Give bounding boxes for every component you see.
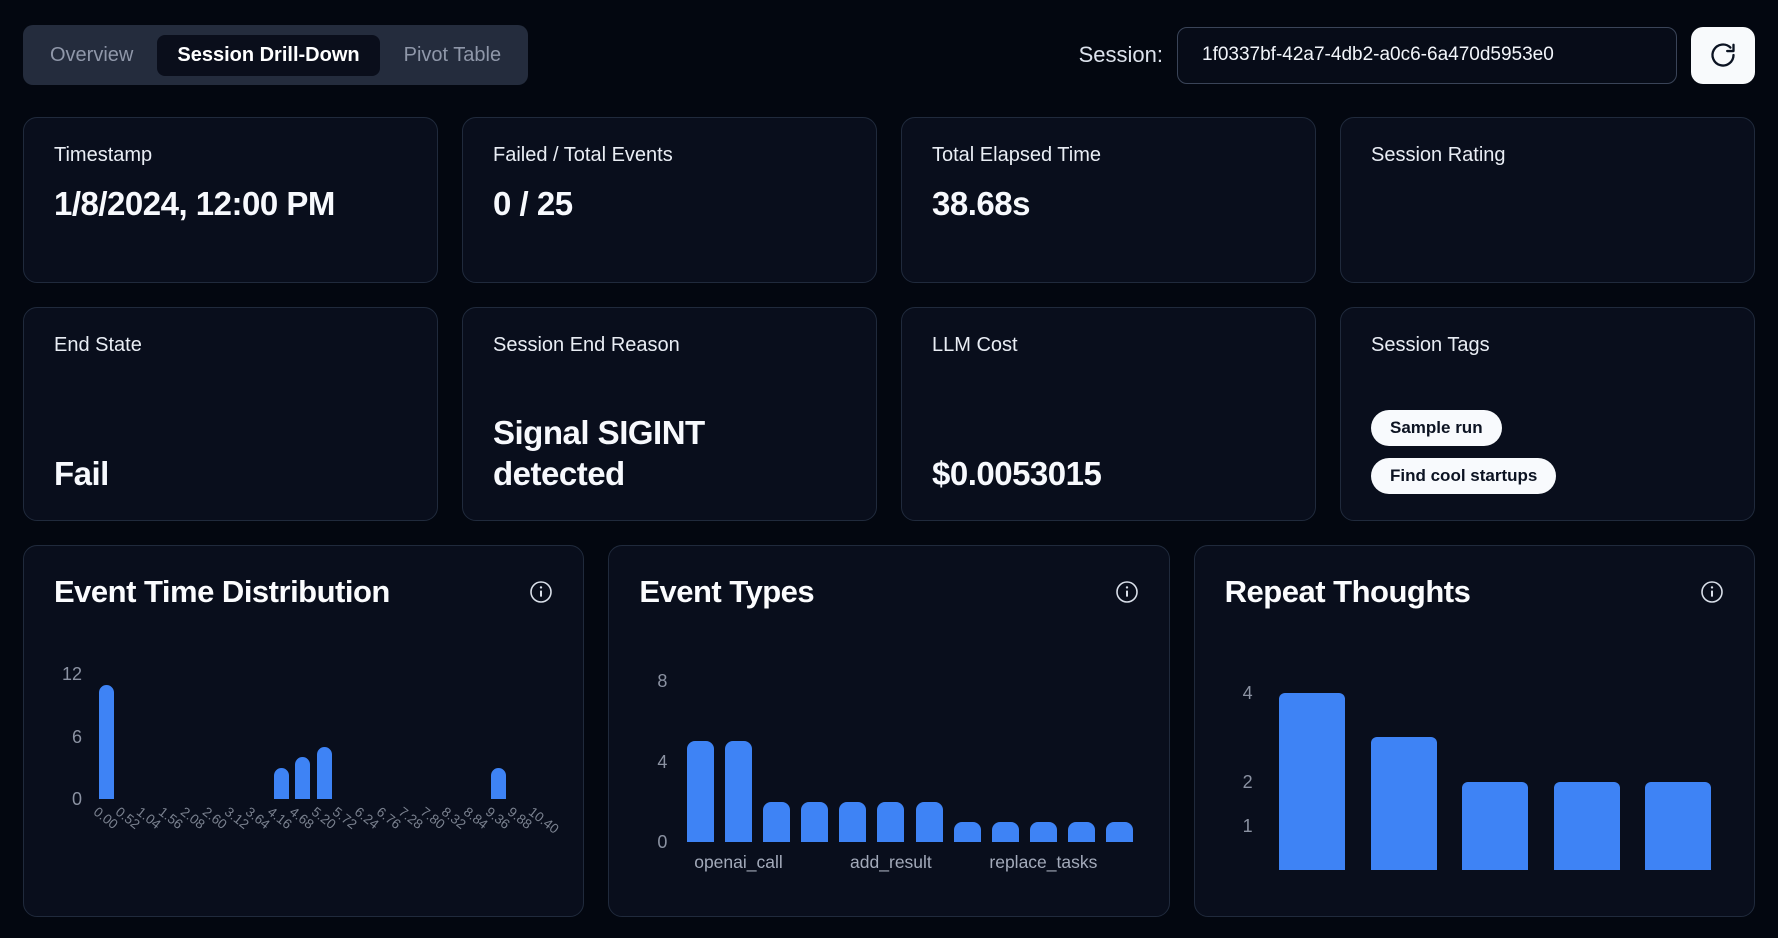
info-icon[interactable] (1700, 580, 1724, 604)
x-tick-label: 10.40 (526, 804, 562, 837)
tab-session-drill-down[interactable]: Session Drill-Down (157, 35, 379, 76)
y-tick-label: 2 (1243, 771, 1253, 793)
chart-title: Event Types (639, 574, 814, 610)
stat-label: Failed / Total Events (493, 144, 846, 167)
chart-title: Event Time Distribution (54, 574, 390, 610)
info-icon[interactable] (529, 580, 553, 604)
bar (491, 768, 506, 799)
stat-label: Session Tags (1371, 334, 1724, 357)
stat-label: LLM Cost (932, 334, 1285, 357)
repeat-thoughts-chart: 4 2 1 (1225, 610, 1724, 870)
stat-value: Fail (54, 453, 407, 494)
bar (839, 802, 866, 842)
chart-header: Repeat Thoughts (1225, 574, 1724, 610)
bar (1554, 782, 1620, 870)
chart-card-event-time-distribution: Event Time Distribution 12 6 0 0.000.521.04… (23, 545, 584, 917)
bar (1371, 737, 1437, 870)
bar (916, 802, 943, 842)
stat-card-session-end-reason: Session End Reason Signal SIGINT detecte… (462, 307, 877, 521)
y-axis: 840 (639, 676, 681, 842)
bar (725, 741, 752, 842)
info-icon[interactable] (1115, 580, 1139, 604)
bar (317, 747, 332, 799)
chart-title: Repeat Thoughts (1225, 574, 1471, 610)
stat-label: End State (54, 334, 407, 357)
stats-grid: Timestamp 1/8/2024, 12:00 PM Failed / To… (23, 117, 1755, 521)
y-axis: 1260 (54, 664, 96, 799)
chart-card-event-types: Event Types 840openai_calladd_resultrepl… (608, 545, 1169, 917)
x-tick-label: openai_call (694, 852, 783, 873)
stat-value: 38.68s (932, 183, 1285, 224)
bar (99, 685, 114, 799)
refresh-button[interactable] (1691, 27, 1755, 84)
bar (274, 768, 289, 799)
session-tag: Sample run (1371, 410, 1502, 446)
bar (1068, 822, 1095, 842)
bar (1106, 822, 1133, 842)
plot-area (1267, 680, 1724, 870)
y-axis: 4 2 1 (1225, 680, 1267, 870)
stat-value: $0.0053015 (932, 453, 1285, 494)
session-label: Session: (1079, 42, 1163, 68)
stat-value: 0 / 25 (493, 183, 846, 224)
stat-card-session-tags: Session Tags Sample run Find cool startu… (1340, 307, 1755, 521)
bar (687, 741, 714, 842)
top-bar: Overview Session Drill-Down Pivot Table … (23, 25, 1755, 85)
bar (1279, 693, 1345, 870)
bar (954, 822, 981, 842)
bar (1645, 782, 1711, 870)
dashboard-page: Overview Session Drill-Down Pivot Table … (0, 0, 1778, 917)
y-tick-label: 0 (657, 831, 667, 853)
x-tick-label: replace_tasks (989, 852, 1097, 873)
bar (1462, 782, 1528, 870)
stat-label: Session End Reason (493, 334, 846, 357)
y-tick-label: 8 (657, 670, 667, 692)
y-tick-label: 1 (1243, 815, 1253, 837)
tab-overview[interactable]: Overview (30, 35, 153, 76)
session-id-input[interactable] (1177, 27, 1677, 84)
session-tags-list: Sample run Find cool startups (1371, 410, 1724, 494)
stat-card-failed-total-events: Failed / Total Events 0 / 25 (462, 117, 877, 283)
bar (1030, 822, 1057, 842)
x-axis: openai_call add_result replace_tasks (681, 842, 1138, 882)
plot-area (96, 664, 553, 799)
y-tick-label: 0 (72, 788, 82, 810)
view-tabs: Overview Session Drill-Down Pivot Table (23, 25, 528, 85)
stat-label: Timestamp (54, 144, 407, 167)
x-tick-label: add_result (850, 852, 932, 873)
stat-card-llm-cost: LLM Cost $0.0053015 (901, 307, 1316, 521)
chart-header: Event Time Distribution (54, 574, 553, 610)
y-tick-label: 4 (1243, 682, 1253, 704)
chart-card-repeat-thoughts: Repeat Thoughts 4 2 1 (1194, 545, 1755, 917)
plot-area (681, 676, 1138, 842)
charts-grid: Event Time Distribution 12600.000.521.04… (23, 545, 1755, 917)
bar (763, 802, 790, 842)
chart-header: Event Types (639, 574, 1138, 610)
stat-card-end-state: End State Fail (23, 307, 438, 521)
stat-label: Session Rating (1371, 144, 1724, 167)
stat-value: 1/8/2024, 12:00 PM (54, 183, 407, 224)
bar (801, 802, 828, 842)
session-tag: Find cool startups (1371, 458, 1556, 494)
stat-card-total-elapsed-time: Total Elapsed Time 38.68s (901, 117, 1316, 283)
event-types-chart: 840openai_calladd_resultreplace_tasks (639, 610, 1138, 882)
stat-card-session-rating: Session Rating (1340, 117, 1755, 283)
event-time-distribution-chart: 12 6 0 0.000.521.041.562.082.603.123.644.16… (54, 610, 553, 863)
session-selector: Session: (1079, 27, 1755, 84)
y-tick-label: 6 (72, 726, 82, 748)
y-tick-label: 12 (62, 663, 82, 685)
stat-label: Total Elapsed Time (932, 144, 1285, 167)
x-axis: 0.000.521.041.562.082.603.123.644.164.68… (96, 799, 553, 863)
stat-value: Signal SIGINT detected (493, 412, 793, 495)
bar (992, 822, 1019, 842)
y-tick-label: 4 (657, 751, 667, 773)
tab-pivot-table[interactable]: Pivot Table (384, 35, 521, 76)
stat-card-timestamp: Timestamp 1/8/2024, 12:00 PM (23, 117, 438, 283)
bar (877, 802, 904, 842)
bar (295, 757, 310, 799)
refresh-icon (1709, 41, 1737, 69)
